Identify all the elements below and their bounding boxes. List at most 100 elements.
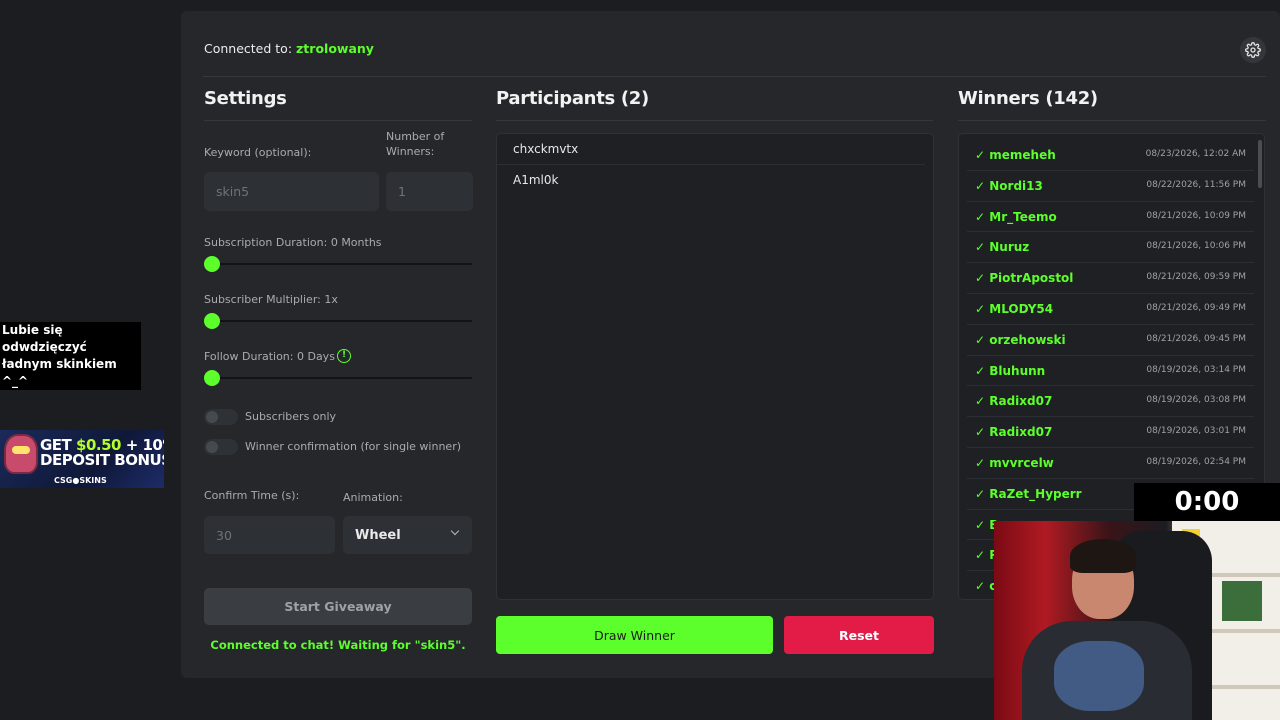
participants-title: Participants (2) <box>496 88 649 109</box>
chat-overlay-message: Lubie się odwdzięczyć ładnym skinkiem ^_… <box>0 322 141 390</box>
check-icon: ✓ <box>975 394 986 409</box>
winner-name: ✓ PiotrApostol <box>975 271 1074 286</box>
gear-icon[interactable] <box>1240 37 1266 63</box>
winner-row: ✓ MLODY54 08/21/2026, 09:49 PM <box>967 294 1254 325</box>
chat-status: Connected to chat! Waiting for "skin5". <box>210 638 466 652</box>
winner-row: ✓ Radixd07 08/19/2026, 03:08 PM <box>967 386 1254 418</box>
follow-duration-slider-handle[interactable] <box>204 370 220 386</box>
winner-row: ✓ mvvrcelw 08/19/2026, 02:54 PM <box>967 448 1254 479</box>
participant-row: A1ml0k <box>513 173 559 187</box>
overlay-line-1: Lubie się odwdzięczyć <box>2 323 87 354</box>
sub-duration-label: Subscription Duration: 0 Months <box>204 236 382 249</box>
animation-select-value: Wheel <box>355 527 401 543</box>
multiplier-slider[interactable] <box>204 320 472 322</box>
confirm-time-label: Confirm Time (s): <box>204 489 300 502</box>
winner-date: 08/21/2026, 10:09 PM <box>1146 210 1246 221</box>
winner-name: ✓ Radixd07 <box>975 394 1053 409</box>
winner-row: ✓ PiotrApostol 08/21/2026, 09:59 PM <box>967 263 1254 294</box>
winner-date: 08/19/2026, 03:08 PM <box>1146 395 1246 406</box>
promo-banner[interactable]: GET $0.50 + 10% DEPOSIT BONUS CSG●SKINS <box>0 430 164 488</box>
webcam-feed <box>994 521 1280 720</box>
check-icon: ✓ <box>975 363 986 378</box>
winner-name: ✓ Bluhunn <box>975 363 1046 378</box>
check-icon: ✓ <box>975 455 986 470</box>
winner-confirmation-label: Winner confirmation (for single winner) <box>245 440 462 453</box>
draw-winner-button[interactable]: Draw Winner <box>496 616 773 654</box>
check-icon: ✓ <box>975 548 986 563</box>
winner-row: ✓ memeheh 08/23/2026, 12:02 AM <box>967 140 1254 171</box>
winner-date: 08/21/2026, 09:49 PM <box>1146 302 1246 313</box>
check-icon: ✓ <box>975 425 986 440</box>
winner-name: ✓ Nordi13 <box>975 178 1043 193</box>
settings-divider <box>204 120 472 121</box>
winner-date: 08/22/2026, 11:56 PM <box>1146 179 1246 190</box>
winner-row: ✓ Mr_Teemo 08/21/2026, 10:09 PM <box>967 202 1254 233</box>
check-icon: ✓ <box>975 178 986 193</box>
top-bar: Connected to: ztrolowany <box>203 11 1266 77</box>
sub-duration-slider[interactable] <box>204 263 472 265</box>
winner-name: ✓ memeheh <box>975 148 1056 162</box>
winner-row: ✓ Bluhunn 08/19/2026, 03:14 PM <box>967 356 1254 387</box>
multiplier-slider-handle[interactable] <box>204 313 220 329</box>
check-icon: ✓ <box>975 332 986 347</box>
multiplier-label: Subscriber Multiplier: 1x <box>204 293 338 306</box>
settings-title: Settings <box>204 88 287 109</box>
winner-date: 08/21/2026, 09:59 PM <box>1146 272 1246 283</box>
channel-name: ztrolowany <box>296 41 374 56</box>
chevron-down-icon <box>450 526 460 536</box>
participants-divider <box>496 120 933 121</box>
winner-row: ✓ Nuruz 08/21/2026, 10:06 PM <box>967 232 1254 264</box>
promo-subline: DEPOSIT BONUS <box>40 451 164 469</box>
winner-date: 08/19/2026, 03:01 PM <box>1146 426 1246 437</box>
keyword-label: Keyword (optional): <box>204 146 312 159</box>
check-icon: ✓ <box>975 301 986 316</box>
winner-date: 08/21/2026, 09:45 PM <box>1146 333 1246 344</box>
winner-name: ✓ orzehowski <box>975 332 1066 347</box>
check-icon: ✓ <box>975 579 986 594</box>
winner-row: ✓ orzehowski 08/21/2026, 09:45 PM <box>967 325 1254 356</box>
winner-date: 08/23/2026, 12:02 AM <box>1145 149 1246 159</box>
winner-row: ✓ Radixd07 08/19/2026, 03:01 PM <box>967 417 1254 448</box>
num-winners-input[interactable]: 1 <box>386 172 473 211</box>
confirm-time-input[interactable]: 30 <box>204 516 335 554</box>
winner-name: ✓ Nuruz <box>975 240 1030 255</box>
streamer-hair <box>1070 539 1136 573</box>
check-icon: ✓ <box>975 148 986 162</box>
winner-name: ✓ Mr_Teemo <box>975 209 1057 224</box>
winners-divider <box>958 120 1266 121</box>
winner-date: 08/19/2026, 03:14 PM <box>1146 364 1246 375</box>
winner-name: ✓ mvvrcelw <box>975 455 1054 470</box>
winner-row: ✓ Nordi13 08/22/2026, 11:56 PM <box>967 171 1254 202</box>
winner-name: ✓ Radixd07 <box>975 425 1053 440</box>
animation-select[interactable]: Wheel <box>343 516 472 554</box>
winner-confirmation-toggle[interactable] <box>204 439 238 455</box>
sub-duration-slider-handle[interactable] <box>204 256 220 272</box>
follow-duration-label: Follow Duration: 0 Days <box>204 350 335 363</box>
winner-date: 08/21/2026, 10:06 PM <box>1146 241 1246 252</box>
reset-button[interactable]: Reset <box>784 616 934 654</box>
check-icon: ✓ <box>975 486 986 501</box>
promo-brand: CSG●SKINS <box>54 476 107 485</box>
timer: 0:00 <box>1134 483 1280 521</box>
num-winners-label: Number of Winners: <box>386 130 445 158</box>
start-giveaway-button[interactable]: Start Giveaway <box>204 588 472 625</box>
check-icon: ✓ <box>975 240 986 255</box>
subscribers-only-toggle[interactable] <box>204 409 238 425</box>
subscribers-only-label: Subscribers only <box>245 410 337 423</box>
streamer-shirt <box>1054 641 1144 711</box>
follow-duration-slider[interactable] <box>204 377 472 379</box>
winner-name: ✓ RaZet_Hyperr <box>975 486 1082 501</box>
check-icon: ✓ <box>975 271 986 286</box>
winner-date: 08/19/2026, 02:54 PM <box>1146 456 1246 467</box>
check-icon: ✓ <box>975 209 986 224</box>
info-icon[interactable]: ! <box>337 349 351 363</box>
connection-status: Connected to: ztrolowany <box>204 41 374 56</box>
mascot-icon <box>4 434 38 474</box>
winners-scrollbar[interactable] <box>1258 140 1262 188</box>
keyword-input[interactable]: skin5 <box>204 172 379 211</box>
participants-list: chxckmvtx A1ml0k <box>496 133 934 600</box>
check-icon: ✓ <box>975 517 986 532</box>
overlay-line-2: ładnym skinkiem ^_^ <box>2 357 117 388</box>
winner-name: ✓ MLODY54 <box>975 301 1054 316</box>
animation-label: Animation: <box>343 491 403 504</box>
